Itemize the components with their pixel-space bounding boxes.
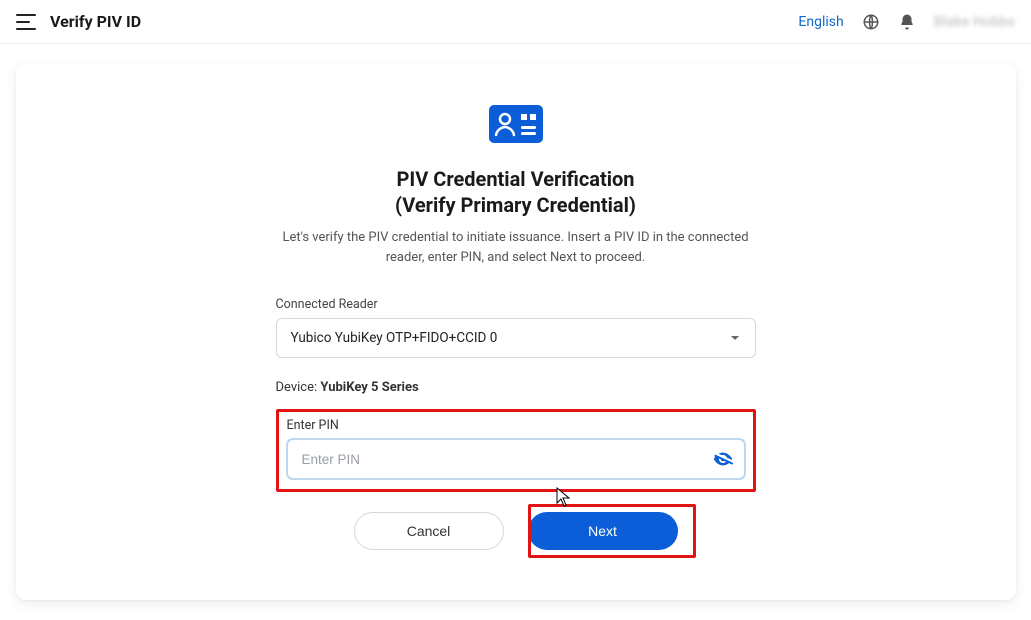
main-card: PIV Credential Verification (Verify Prim… <box>16 64 1016 600</box>
main-heading-line2: (Verify Primary Credential) <box>276 192 756 218</box>
pin-highlight-box: Enter PIN <box>276 409 756 492</box>
main-heading-line1: PIV Credential Verification <box>276 166 756 192</box>
user-name[interactable]: Blake Hobbs <box>934 14 1015 30</box>
connected-reader-label: Connected Reader <box>276 297 756 312</box>
topbar: Verify PIV ID English Blake Hobbs <box>0 0 1031 44</box>
device-value: YubiKey 5 Series <box>320 380 418 395</box>
language-link[interactable]: English <box>798 14 843 30</box>
subtitle-text: Let's verify the PIV credential to initi… <box>276 228 756 267</box>
hamburger-menu-icon[interactable] <box>16 14 36 30</box>
next-button[interactable]: Next <box>528 512 678 550</box>
cancel-button[interactable]: Cancel <box>354 512 504 550</box>
button-row: Cancel Next <box>276 512 756 550</box>
id-badge-icon <box>488 104 544 144</box>
pin-input[interactable] <box>288 440 744 478</box>
toggle-visibility-icon[interactable] <box>712 448 734 470</box>
bell-icon[interactable] <box>898 13 916 31</box>
page-title: Verify PIV ID <box>50 12 141 31</box>
enter-pin-label: Enter PIN <box>287 418 745 433</box>
connected-reader-select[interactable]: Yubico YubiKey OTP+FIDO+CCID 0 <box>276 318 756 358</box>
caret-down-icon <box>729 332 741 344</box>
device-label-text: Device: <box>276 380 318 395</box>
globe-icon[interactable] <box>862 13 880 31</box>
connected-reader-value: Yubico YubiKey OTP+FIDO+CCID 0 <box>291 330 729 346</box>
pin-input-wrap <box>287 439 745 479</box>
device-line: Device: YubiKey 5 Series <box>276 380 756 395</box>
